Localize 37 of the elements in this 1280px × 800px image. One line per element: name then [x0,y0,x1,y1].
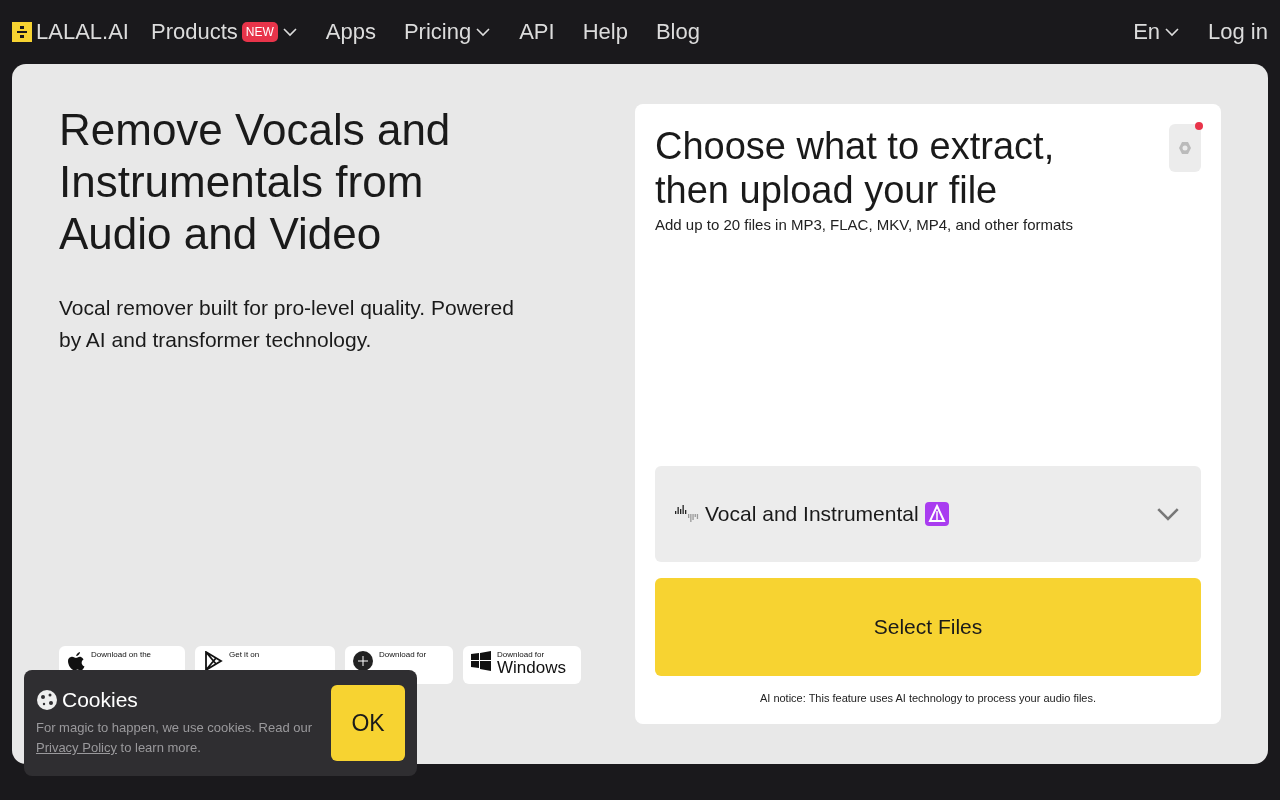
waveform-icon [675,504,699,524]
nav-link[interactable]: API [519,19,555,45]
language-selector[interactable]: En [1133,19,1181,45]
stem-selector[interactable]: Vocal and Instrumental [655,466,1201,562]
privacy-policy-link[interactable]: Privacy Policy [36,740,117,755]
nav-link[interactable]: Help [582,19,628,45]
nav-link[interactable]: Apps [325,19,376,45]
upload-title: Choose what to extract, then upload your file [655,124,1056,212]
nav-link[interactable]: Products NEW [150,19,298,45]
logo-text[interactable]: LALAL.AI [36,19,129,45]
store-badge[interactable]: Download for Windows [463,646,581,684]
logo-icon [12,22,32,42]
cookie-text: For magic to happen, we use cookies. Read our Privacy Policy to learn more. [36,719,314,757]
ok-button[interactable]: OK [331,685,405,761]
nav-link[interactable]: Pricing [403,19,492,45]
new-badge: NEW [241,22,278,42]
store-caption: Download on the [91,651,152,659]
play-store-icon [203,651,223,671]
model-icon [924,502,949,526]
stem-label: Vocal and Instrumental [705,502,919,526]
apple-icon [67,651,85,671]
store-caption: Download for [497,651,546,659]
upload-subtitle: Add up to 20 files in MP3, FLAC, MKV, MP4, and other formats [655,216,1074,233]
store-caption: Download for [379,651,427,659]
store-name: Windows [497,659,566,676]
store-caption: Get it on [229,651,260,659]
cookie-title: Cookies [62,688,138,712]
nav-link[interactable]: Blog [655,19,700,45]
settings-button[interactable] [1169,124,1201,172]
hero-subtitle: Vocal remover built for pro-level quality. Powered by AI and transformer technology. [59,295,515,353]
hero-title: Remove Vocals and Instrumentals from Audio and Video [59,104,452,260]
select-files-button[interactable]: Select Files [655,578,1201,676]
cookie-icon [36,689,58,711]
login-link[interactable]: Log in [1208,19,1268,45]
gear-icon [1178,141,1192,155]
ai-notice: AI notice: This feature uses AI technology to process your audio files. [758,692,1098,704]
windows-icon [471,651,491,671]
